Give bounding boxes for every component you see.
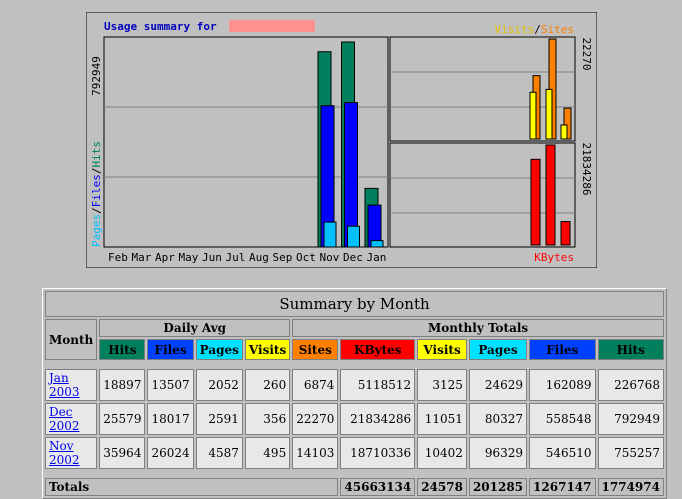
bar-visits xyxy=(545,88,553,140)
table-cell: 24629 xyxy=(468,369,528,401)
table-cell: 162089 xyxy=(529,369,596,401)
month-link-nov-2002[interactable]: Nov 2002 xyxy=(49,439,80,467)
total-hits: 1774974 xyxy=(597,478,664,496)
table-cell: 4587 xyxy=(195,437,243,469)
table-cell: 22270 xyxy=(292,403,339,435)
table-cell: 495 xyxy=(244,437,291,469)
usage-chart: Usage summary for Visits/Sites KBytes 79… xyxy=(86,12,597,268)
month-tick-label: Dec xyxy=(343,251,363,264)
bar-visits xyxy=(529,91,537,140)
table-row: Jan 2003 18897 13507 2052 260 6874 51185… xyxy=(45,369,664,401)
right-top-max-label: 22270 xyxy=(580,37,593,70)
month-tick-label: Oct xyxy=(296,251,316,264)
table-cell: 226768 xyxy=(597,369,664,401)
table-cell: 18897 xyxy=(99,369,146,401)
right-bottom-max-label: 21834286 xyxy=(580,143,593,196)
col-monthly-sites: Sites xyxy=(292,339,339,360)
month-header: Month xyxy=(45,319,98,360)
table-cell: 6874 xyxy=(292,369,339,401)
total-visits: 24578 xyxy=(417,478,467,496)
table-cell: 3125 xyxy=(417,369,467,401)
col-daily-files: Files xyxy=(147,339,194,360)
total-pages: 201285 xyxy=(468,478,528,496)
col-monthly-kbytes: KBytes xyxy=(340,339,416,360)
table-cell: 10402 xyxy=(417,437,467,469)
month-link-jan-2003[interactable]: Jan 2003 xyxy=(49,371,80,399)
col-daily-pages: Pages xyxy=(195,339,243,360)
table-cell: 2591 xyxy=(195,403,243,435)
bar-pages xyxy=(323,221,337,248)
table-cell: 26024 xyxy=(147,437,194,469)
table-caption: Summary by Month xyxy=(45,291,664,317)
month-tick-label: Jun xyxy=(202,251,222,264)
month-tick-label: Jul xyxy=(226,251,246,264)
kbytes-label: KBytes xyxy=(534,251,574,264)
monthly-totals-header: Monthly Totals xyxy=(292,319,664,337)
month-tick-label: Jan xyxy=(367,251,387,264)
summary-table: Summary by Month Month Daily Avg Monthly… xyxy=(42,288,667,499)
chart-title: Usage summary for xyxy=(104,20,217,33)
total-kbytes: 45663134 xyxy=(340,478,416,496)
month-tick-label: May xyxy=(179,251,199,264)
left-max-label: 792949 xyxy=(90,56,103,96)
redacted-site-name xyxy=(229,20,315,32)
col-monthly-hits: Hits xyxy=(597,339,664,360)
table-cell: 96329 xyxy=(468,437,528,469)
right-legend: Visits/Sites xyxy=(495,23,575,36)
table-cell: 18017 xyxy=(147,403,194,435)
bar-kbytes xyxy=(530,158,541,246)
month-tick-label: Aug xyxy=(249,251,269,264)
table-cell: 2052 xyxy=(195,369,243,401)
table-cell: 11051 xyxy=(417,403,467,435)
table-row: Nov 2002 35964 26024 4587 495 14103 1871… xyxy=(45,437,664,469)
month-tick-label: Nov xyxy=(320,251,340,264)
table-cell: 80327 xyxy=(468,403,528,435)
col-monthly-files: Files xyxy=(529,339,596,360)
month-tick-label: Feb xyxy=(108,251,128,264)
left-axis-legend: Pages/Files/Hits xyxy=(90,141,103,247)
bar-pages xyxy=(370,240,384,248)
totals-label: Totals xyxy=(45,478,339,496)
col-monthly-visits: Visits xyxy=(417,339,467,360)
bar-files xyxy=(344,102,358,248)
bar-kbytes xyxy=(560,221,571,246)
table-cell: 356 xyxy=(244,403,291,435)
table-cell: 25579 xyxy=(99,403,146,435)
bar-pages xyxy=(347,225,360,248)
daily-avg-header: Daily Avg xyxy=(99,319,291,337)
col-daily-visits: Visits xyxy=(244,339,291,360)
col-monthly-pages: Pages xyxy=(468,339,528,360)
bar-visits xyxy=(560,124,568,140)
table-cell: 14103 xyxy=(292,437,339,469)
table-cell: 558548 xyxy=(529,403,596,435)
month-tick-label: Apr xyxy=(155,251,175,264)
month-tick-label: Mar xyxy=(132,251,152,264)
totals-row: Totals 45663134 24578 201285 1267147 177… xyxy=(45,478,664,496)
table-cell: 13507 xyxy=(147,369,194,401)
table-cell: 260 xyxy=(244,369,291,401)
table-cell: 546510 xyxy=(529,437,596,469)
table-cell: 35964 xyxy=(99,437,146,469)
table-row: Dec 2002 25579 18017 2591 356 22270 2183… xyxy=(45,403,664,435)
table-cell: 755257 xyxy=(597,437,664,469)
summary-by-month: Summary by Month Month Daily Avg Monthly… xyxy=(42,288,667,499)
month-link-dec-2002[interactable]: Dec 2002 xyxy=(49,405,80,433)
table-cell: 18710336 xyxy=(340,437,416,469)
table-cell: 5118512 xyxy=(340,369,416,401)
table-cell: 792949 xyxy=(597,403,664,435)
table-cell: 21834286 xyxy=(340,403,416,435)
col-daily-hits: Hits xyxy=(99,339,146,360)
bar-kbytes xyxy=(545,144,556,246)
month-tick-label: Sep xyxy=(273,251,293,264)
total-files: 1267147 xyxy=(529,478,596,496)
